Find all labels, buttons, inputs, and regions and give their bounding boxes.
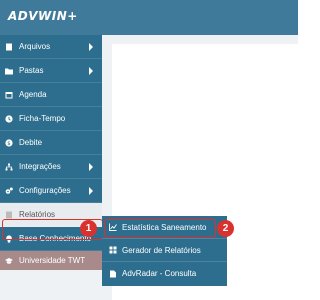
submenu-item-gerador-de-relatorios[interactable]: Gerador de Relatórios bbox=[102, 239, 227, 262]
sidebar-item-universidade-twt[interactable]: Universidade TWT bbox=[0, 251, 102, 270]
sidebar-item-label: Pastas bbox=[19, 66, 44, 75]
file-icon bbox=[5, 43, 13, 51]
document-icon bbox=[109, 270, 117, 278]
step-2-badge: 2 bbox=[217, 220, 234, 237]
chevron-right-icon bbox=[89, 67, 93, 75]
submenu-item-label: Gerador de Relatórios bbox=[122, 245, 201, 255]
clock-icon bbox=[5, 114, 13, 123]
money-icon: $ bbox=[5, 138, 13, 147]
sidebar-item-ficha-tempo[interactable]: Ficha-Tempo bbox=[0, 107, 102, 131]
sidebar-item-pastas[interactable]: Pastas bbox=[0, 59, 102, 83]
chevron-right-icon bbox=[89, 187, 93, 195]
gears-icon bbox=[5, 187, 13, 195]
estatistica-highlight-outline bbox=[104, 219, 216, 238]
app-logo: ADVWIN+ bbox=[8, 9, 78, 23]
sidebar-item-label: Integrações bbox=[19, 162, 61, 171]
sidebar-item-label: Arquivos bbox=[19, 42, 51, 51]
sidebar-item-label: Agenda bbox=[19, 90, 47, 99]
sidebar-item-agenda[interactable]: Agenda bbox=[0, 83, 102, 107]
chevron-right-icon bbox=[89, 43, 93, 51]
sidebar-item-label: Debite bbox=[19, 138, 43, 147]
submenu-item-advradar-consulta[interactable]: AdvRadar - Consulta bbox=[102, 262, 227, 285]
sidebar-item-label: Relatórios bbox=[19, 210, 56, 219]
app-header: ADVWIN+ bbox=[0, 0, 298, 35]
sidebar-item-label: Ficha-Tempo bbox=[19, 114, 66, 123]
sidebar-item-integracoes[interactable]: Integrações bbox=[0, 155, 102, 179]
step-1-badge: 1 bbox=[80, 220, 97, 237]
network-icon bbox=[5, 163, 13, 171]
sidebar-item-arquivos[interactable]: Arquivos bbox=[0, 35, 102, 59]
chevron-right-icon bbox=[89, 163, 93, 171]
report-icon bbox=[5, 211, 13, 219]
graduation-cap-icon bbox=[5, 257, 13, 265]
calendar-icon bbox=[5, 91, 13, 99]
svg-text:$: $ bbox=[7, 141, 11, 147]
grid-icon bbox=[109, 246, 117, 254]
submenu-item-label: AdvRadar - Consulta bbox=[122, 269, 197, 278]
sidebar-item-debite[interactable]: $ Debite bbox=[0, 131, 102, 155]
sidebar-item-configuracoes[interactable]: Configurações bbox=[0, 179, 102, 203]
sidebar-item-label: Configurações bbox=[19, 186, 71, 195]
folder-icon bbox=[5, 67, 13, 75]
sidebar-item-label: Universidade TWT bbox=[19, 256, 86, 265]
